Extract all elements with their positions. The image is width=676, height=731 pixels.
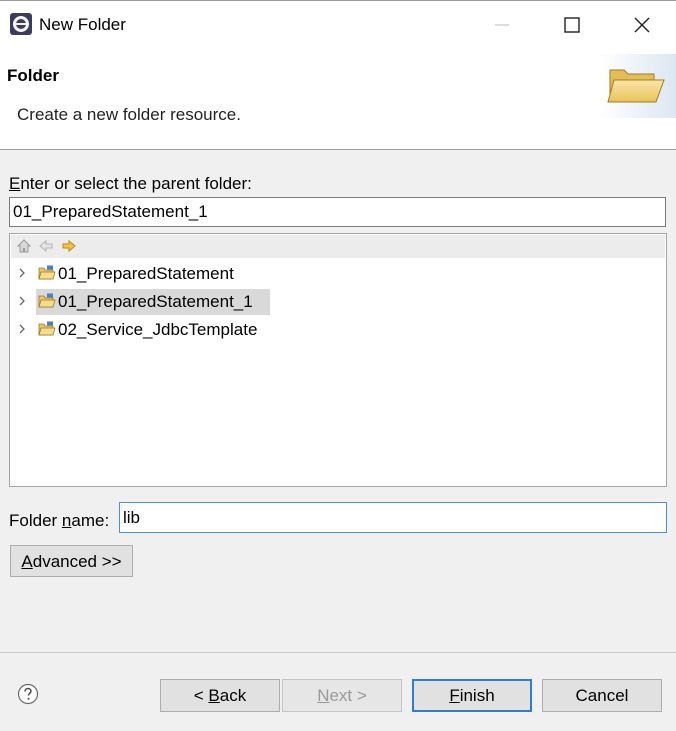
folder-name-label-suffix: ame: (71, 511, 110, 530)
close-icon[interactable] (628, 11, 656, 39)
tree-item-label: 01_PreparedStatement (58, 264, 234, 283)
home-icon[interactable] (16, 238, 32, 254)
folder-name-label-mnemonic: n (61, 511, 72, 530)
parent-label-text: nter or select the parent folder: (20, 174, 252, 193)
folder-name-label-prefix: Folder (9, 511, 62, 530)
tree-item-selected[interactable]: 01_PreparedStatement_1 (14, 289, 654, 315)
back-mnemonic: B (208, 686, 220, 705)
project-folder-icon (38, 321, 56, 336)
back-prefix: < (193, 686, 209, 705)
forward-arrow-icon[interactable] (61, 238, 77, 254)
maximize-icon[interactable] (558, 11, 586, 39)
tree-item[interactable]: 01_PreparedStatement (14, 261, 654, 287)
advanced-button[interactable]: Advanced >> (10, 545, 133, 577)
tree-toolbar (11, 235, 665, 258)
folder-tree[interactable]: 01_PreparedStatement 01_PreparedStatemen… (9, 233, 667, 487)
wizard-banner: Folder Create a new folder resource. (0, 48, 676, 150)
back-label: ack (219, 686, 247, 705)
parent-folder-input[interactable] (9, 197, 666, 227)
banner-title: Folder (7, 66, 59, 85)
next-button[interactable]: Next > (282, 679, 402, 712)
footer-separator (0, 652, 676, 653)
help-icon[interactable] (17, 683, 39, 705)
next-label: ext > (329, 686, 367, 705)
tree-item-label: 01_PreparedStatement_1 (58, 292, 253, 311)
folder-name-label: Folder name: (9, 511, 109, 531)
folder-name-input[interactable] (119, 502, 667, 533)
eclipse-app-icon (10, 13, 32, 35)
back-arrow-icon[interactable] (38, 238, 54, 254)
advanced-mnemonic: A (21, 551, 33, 571)
minimize-icon[interactable] (488, 11, 516, 39)
banner-description: Create a new folder resource. (17, 105, 241, 124)
open-folder-icon (600, 54, 676, 118)
finish-mnemonic: F (449, 685, 460, 705)
back-button[interactable]: < Back (160, 679, 280, 712)
finish-button[interactable]: Finish (412, 679, 532, 712)
chevron-right-icon[interactable] (16, 323, 28, 335)
chevron-right-icon[interactable] (16, 295, 28, 307)
project-folder-icon (38, 265, 56, 280)
parent-folder-label: Enter or select the parent folder: (9, 174, 252, 194)
chevron-right-icon[interactable] (16, 267, 28, 279)
project-folder-icon (38, 293, 56, 308)
cancel-button[interactable]: Cancel (542, 679, 662, 712)
window-title: New Folder (39, 15, 126, 34)
parent-label-mnemonic: E (9, 174, 21, 193)
next-mnemonic: N (317, 686, 330, 705)
tree-item[interactable]: 02_Service_JdbcTemplate (14, 317, 654, 343)
title-bar: New Folder (0, 0, 676, 48)
finish-label: inish (459, 685, 495, 705)
tree-item-label: 02_Service_JdbcTemplate (58, 320, 258, 339)
advanced-label: dvanced >> (32, 551, 122, 571)
